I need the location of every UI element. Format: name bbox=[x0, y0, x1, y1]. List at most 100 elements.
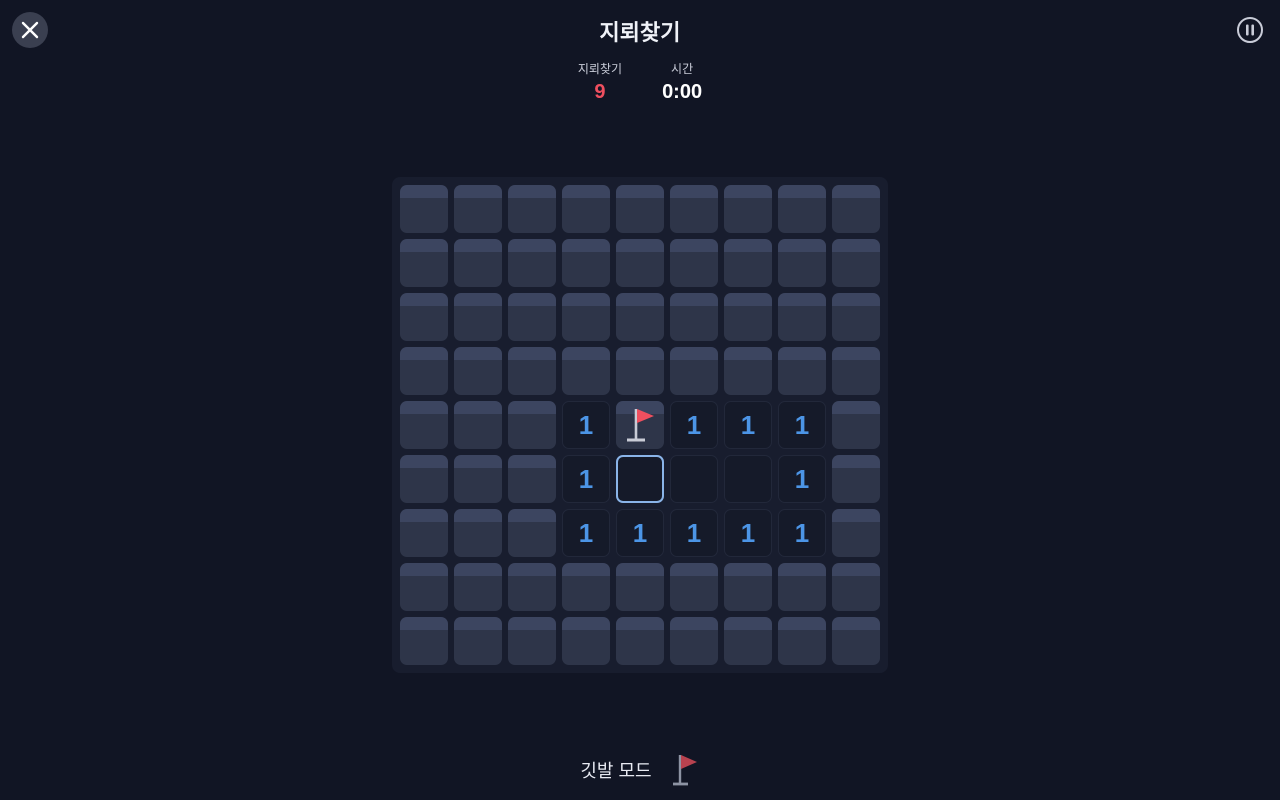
hidden-cell[interactable] bbox=[562, 239, 610, 287]
hidden-cell[interactable] bbox=[400, 617, 448, 665]
hidden-cell[interactable] bbox=[616, 347, 664, 395]
number-cell[interactable]: 1 bbox=[616, 509, 664, 557]
hidden-cell[interactable] bbox=[562, 347, 610, 395]
hidden-cell[interactable] bbox=[670, 347, 718, 395]
hidden-cell[interactable] bbox=[670, 563, 718, 611]
hidden-cell[interactable] bbox=[400, 293, 448, 341]
hidden-cell[interactable] bbox=[454, 401, 502, 449]
hidden-cell[interactable] bbox=[508, 455, 556, 503]
selected-cell[interactable] bbox=[616, 455, 664, 503]
flag-mode-toggle[interactable] bbox=[670, 752, 700, 788]
cell-number: 1 bbox=[794, 517, 810, 548]
hidden-cell[interactable] bbox=[454, 509, 502, 557]
hidden-cell[interactable] bbox=[778, 293, 826, 341]
number-cell[interactable]: 1 bbox=[562, 509, 610, 557]
hidden-cell[interactable] bbox=[400, 455, 448, 503]
hidden-cell[interactable] bbox=[616, 617, 664, 665]
hidden-cell[interactable] bbox=[778, 563, 826, 611]
pause-button[interactable] bbox=[1236, 16, 1264, 44]
hidden-cell[interactable] bbox=[832, 455, 880, 503]
hidden-cell[interactable] bbox=[400, 563, 448, 611]
hidden-cell[interactable] bbox=[670, 293, 718, 341]
pause-icon bbox=[1237, 17, 1263, 43]
number-cell[interactable]: 1 bbox=[724, 401, 772, 449]
cell-number: 1 bbox=[686, 409, 702, 440]
cell-number: 1 bbox=[632, 517, 648, 548]
hidden-cell[interactable] bbox=[454, 563, 502, 611]
hidden-cell[interactable] bbox=[454, 455, 502, 503]
game-board: 1 1 1 1 1 1 1 1 1 1 1 bbox=[392, 177, 888, 673]
page-title: 지뢰찾기 bbox=[599, 20, 681, 45]
hidden-cell[interactable] bbox=[832, 563, 880, 611]
number-cell[interactable]: 1 bbox=[778, 509, 826, 557]
stats-bar: 지뢰찾기 9 시간 0:00 bbox=[0, 60, 1280, 104]
cell-number: 1 bbox=[578, 463, 594, 494]
hidden-cell[interactable] bbox=[508, 509, 556, 557]
hidden-cell[interactable] bbox=[562, 185, 610, 233]
hidden-cell[interactable] bbox=[724, 563, 772, 611]
number-cell[interactable]: 1 bbox=[562, 455, 610, 503]
hidden-cell[interactable] bbox=[778, 617, 826, 665]
empty-cell[interactable] bbox=[670, 455, 718, 503]
mine-counter-label: 지뢰찾기 bbox=[577, 62, 623, 76]
hidden-cell[interactable] bbox=[508, 239, 556, 287]
hidden-cell[interactable] bbox=[454, 347, 502, 395]
hidden-cell[interactable] bbox=[778, 347, 826, 395]
number-cell[interactable]: 1 bbox=[724, 509, 772, 557]
hidden-cell[interactable] bbox=[508, 617, 556, 665]
cell-number: 1 bbox=[578, 517, 594, 548]
hidden-cell[interactable] bbox=[832, 185, 880, 233]
hidden-cell[interactable] bbox=[454, 293, 502, 341]
hidden-cell[interactable] bbox=[562, 293, 610, 341]
hidden-cell[interactable] bbox=[832, 347, 880, 395]
hidden-cell[interactable] bbox=[562, 617, 610, 665]
hidden-cell[interactable] bbox=[400, 347, 448, 395]
cell-number: 1 bbox=[794, 409, 810, 440]
hidden-cell[interactable] bbox=[454, 239, 502, 287]
flagged-cell[interactable] bbox=[616, 401, 664, 449]
hidden-cell[interactable] bbox=[562, 563, 610, 611]
hidden-cell[interactable] bbox=[670, 617, 718, 665]
cell-number: 1 bbox=[740, 409, 756, 440]
hidden-cell[interactable] bbox=[400, 185, 448, 233]
empty-cell[interactable] bbox=[724, 455, 772, 503]
number-cell[interactable]: 1 bbox=[670, 401, 718, 449]
hidden-cell[interactable] bbox=[508, 563, 556, 611]
mine-counter-value: 9 bbox=[594, 81, 606, 103]
flag-icon bbox=[672, 755, 697, 786]
hidden-cell[interactable] bbox=[400, 509, 448, 557]
hidden-cell[interactable] bbox=[670, 239, 718, 287]
hidden-cell[interactable] bbox=[724, 347, 772, 395]
hidden-cell[interactable] bbox=[508, 185, 556, 233]
hidden-cell[interactable] bbox=[670, 185, 718, 233]
hidden-cell[interactable] bbox=[778, 239, 826, 287]
hidden-cell[interactable] bbox=[832, 509, 880, 557]
number-cell[interactable]: 1 bbox=[778, 401, 826, 449]
hidden-cell[interactable] bbox=[616, 563, 664, 611]
hidden-cell[interactable] bbox=[616, 239, 664, 287]
hidden-cell[interactable] bbox=[454, 617, 502, 665]
hidden-cell[interactable] bbox=[832, 617, 880, 665]
hidden-cell[interactable] bbox=[832, 293, 880, 341]
hidden-cell[interactable] bbox=[832, 239, 880, 287]
hidden-cell[interactable] bbox=[778, 185, 826, 233]
timer-value: 0:00 bbox=[662, 81, 703, 103]
hidden-cell[interactable] bbox=[832, 401, 880, 449]
hidden-cell[interactable] bbox=[454, 185, 502, 233]
number-cell[interactable]: 1 bbox=[670, 509, 718, 557]
hidden-cell[interactable] bbox=[724, 185, 772, 233]
hidden-cell[interactable] bbox=[616, 185, 664, 233]
hidden-cell[interactable] bbox=[616, 293, 664, 341]
hidden-cell[interactable] bbox=[724, 293, 772, 341]
hidden-cell[interactable] bbox=[508, 347, 556, 395]
hidden-cell[interactable] bbox=[400, 239, 448, 287]
hidden-cell[interactable] bbox=[400, 401, 448, 449]
hidden-cell[interactable] bbox=[508, 401, 556, 449]
hidden-cell[interactable] bbox=[508, 293, 556, 341]
number-cell[interactable]: 1 bbox=[562, 401, 610, 449]
number-cell[interactable]: 1 bbox=[778, 455, 826, 503]
hidden-cell[interactable] bbox=[724, 617, 772, 665]
timer: 시간 0:00 bbox=[662, 60, 702, 104]
hidden-cell[interactable] bbox=[724, 239, 772, 287]
flag-mode-bar: 깃발 모드 bbox=[0, 752, 1280, 788]
